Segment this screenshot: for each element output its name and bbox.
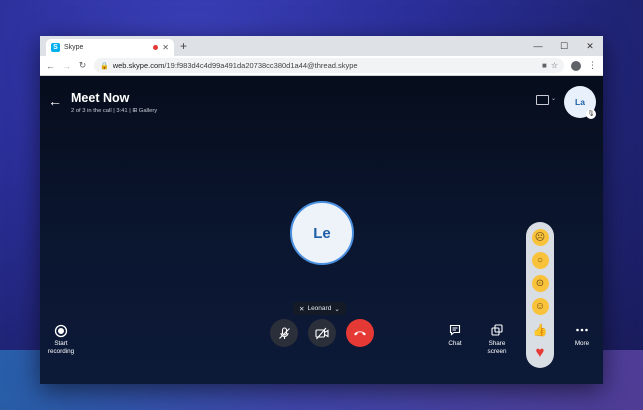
video-off-icon — [315, 327, 329, 339]
video-button[interactable] — [308, 319, 336, 347]
phone-hangup-icon — [354, 331, 366, 336]
start-recording-label: Start recording — [47, 340, 75, 355]
mic-off-small-icon: ✕ — [299, 305, 305, 313]
tab-title: Skype — [64, 44, 84, 51]
chat-icon — [444, 324, 466, 340]
lock-icon: 🔒 — [100, 62, 109, 70]
window-controls: — ☐ ✕ — [525, 36, 603, 56]
record-icon — [44, 324, 78, 340]
hang-up-button[interactable] — [346, 319, 374, 347]
tab-skype[interactable]: S Skype ✕ — [46, 39, 174, 56]
chevron-down-icon[interactable]: ⌄ — [551, 95, 556, 102]
chat-label: Chat — [448, 340, 462, 347]
more-button[interactable]: More — [568, 324, 596, 348]
call-stage: ← Meet Now 2 of 3 in the call | 3:41 | ⊞… — [40, 76, 603, 384]
skype-favicon-icon: S — [51, 43, 60, 52]
camera-icon[interactable]: ■ — [542, 61, 547, 70]
mic-muted-icon — [278, 326, 290, 339]
device-chevron-down-icon: ⌄ — [334, 305, 340, 313]
tab-strip: S Skype ✕ + — ☐ ✕ — [40, 36, 603, 56]
laugh-emoji-icon[interactable]: ☺ — [531, 298, 549, 315]
url-host: web.skype.com — [112, 61, 165, 70]
address-bar: ← → ↻ 🔒 web.skype.com/19:f983d4c4d99a491… — [40, 56, 603, 76]
share-screen-label: Share screen — [487, 340, 507, 355]
participant-avatar: Le — [290, 201, 354, 265]
chat-button[interactable]: Chat — [444, 324, 466, 348]
minimize-icon[interactable]: — — [525, 36, 551, 56]
sad-emoji-icon[interactable]: ☹ — [531, 229, 549, 246]
more-dots-icon — [568, 324, 596, 340]
more-label: More — [574, 340, 590, 347]
reactions-panel: ☹ ○ ⊙ ☺ 👍 ♥ — [526, 222, 554, 368]
close-window-icon[interactable]: ✕ — [577, 36, 603, 56]
back-arrow-icon[interactable]: ← — [48, 93, 62, 109]
mute-button[interactable] — [270, 319, 298, 347]
start-recording-button[interactable]: Start recording — [44, 324, 78, 355]
url-path: /19:f983d4c4d99a491da20738cc380d1a44@thr… — [164, 61, 358, 70]
call-title: Meet Now — [71, 91, 130, 105]
share-screen-button[interactable]: Share screen — [482, 324, 512, 355]
mic-off-icon: 🎙 — [586, 109, 596, 119]
heart-icon[interactable]: ♥ — [532, 344, 549, 361]
menu-kebab-icon[interactable]: ⋮ — [588, 60, 597, 71]
share-screen-icon — [482, 324, 512, 340]
recording-indicator-icon — [153, 45, 159, 50]
wow-emoji-icon[interactable]: ⊙ — [531, 275, 549, 292]
device-name: Leonard — [307, 305, 332, 312]
back-nav-icon[interactable]: ← — [46, 61, 55, 71]
url-text[interactable]: web.skype.com/19:f983d4c4d99a491da20738c… — [113, 61, 538, 70]
reload-icon[interactable]: ↻ — [78, 60, 87, 71]
forward-nav-icon[interactable]: → — [62, 61, 71, 71]
omnibox[interactable]: 🔒 web.skype.com/19:f983d4c4d99a491da2073… — [94, 58, 564, 73]
tab-close-icon[interactable]: ✕ — [162, 43, 169, 52]
browser-window: S Skype ✕ + — ☐ ✕ ← → ↻ 🔒 web.skype.com/… — [40, 36, 603, 384]
surprised-emoji-icon[interactable]: ○ — [531, 252, 549, 269]
call-subtitle: 2 of 3 in the call | 3:41 | ⊞ Gallery — [71, 108, 158, 114]
bookmark-star-icon[interactable]: ☆ — [551, 61, 558, 70]
new-tab-button[interactable]: + — [180, 39, 187, 53]
device-selector[interactable]: ✕ Leonard ⌄ — [293, 302, 346, 315]
profile-icon[interactable] — [571, 60, 581, 71]
layout-switch-icon[interactable] — [536, 95, 549, 105]
maximize-icon[interactable]: ☐ — [551, 36, 577, 56]
thumbs-up-icon[interactable]: 👍 — [532, 321, 549, 338]
